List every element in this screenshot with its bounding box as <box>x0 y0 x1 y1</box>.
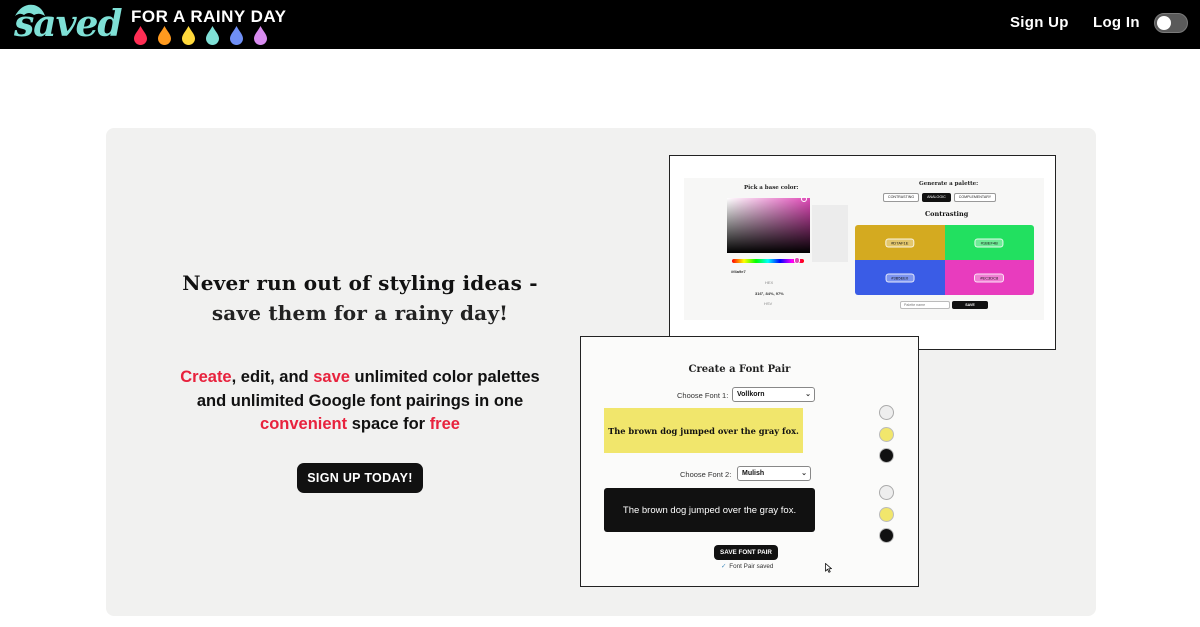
headline-line-1: Never run out of styling ideas - <box>182 271 538 295</box>
base-color-preview <box>812 205 848 262</box>
palette-swatch[interactable]: #1BEF4B <box>944 225 1034 260</box>
top-nav: saved FOR A RAINY DAY Sign Up Log In <box>0 0 1200 49</box>
color-option-circle[interactable] <box>879 485 894 500</box>
palette-mode-tabs: CONTRASTING ANALOGIC COMPLEMENTARY <box>883 193 997 202</box>
swatch-hex-label: #1BEF4B <box>974 238 1004 247</box>
palette-swatch[interactable]: #3B5EE0 <box>855 260 945 295</box>
highlight-convenient: convenient <box>260 415 348 433</box>
hsv-value: 316°, 84%, 97% <box>755 291 784 296</box>
nav-log-in-link[interactable]: Log In <box>1093 14 1140 31</box>
font-pair-saved-message: ✓ Font Pair saved <box>721 563 773 570</box>
mouse-cursor-icon <box>825 563 832 573</box>
palette-swatch[interactable]: #EC3DC8 <box>944 260 1034 295</box>
saved-message-text: Font Pair saved <box>729 563 774 570</box>
chevron-down-icon: ⌄ <box>801 470 807 477</box>
font-pair-screenshot: Create a Font Pair Choose Font 1: Vollko… <box>580 336 919 587</box>
font2-preview: The brown dog jumped over the gray fox. <box>604 488 815 532</box>
highlight-create: Create <box>180 368 232 386</box>
font-pair-title: Create a Font Pair <box>688 364 791 375</box>
sign-up-today-button[interactable]: SIGN UP TODAY! <box>297 463 423 493</box>
subtext-part-3: space for <box>347 415 430 433</box>
font2-select[interactable]: Mulish ⌄ <box>737 466 811 481</box>
generate-palette-label: Generate a palette: <box>919 181 979 187</box>
subtext-part-1: , edit, and <box>231 368 314 386</box>
palette-result-title: Contrasting <box>925 210 969 218</box>
highlight-save: save <box>313 368 350 386</box>
hero-headline: Never run out of styling ideas - save th… <box>160 268 560 328</box>
font1-label: Choose Font 1: <box>677 391 729 400</box>
palette-swatch[interactable]: #D7AF1E <box>855 225 945 260</box>
swatch-hex-label: #EC3DC8 <box>974 273 1005 282</box>
palette-save-button[interactable]: SAVE <box>952 301 988 309</box>
site-logo[interactable]: saved FOR A RAINY DAY <box>12 2 286 48</box>
check-icon: ✓ <box>721 563 727 570</box>
color-option-circle[interactable] <box>879 528 894 543</box>
swatch-hex-label: #3B5EE0 <box>885 273 915 282</box>
theme-toggle[interactable] <box>1154 13 1188 33</box>
tab-complementary[interactable]: COMPLEMENTARY <box>953 193 997 202</box>
raindrop-icon <box>158 26 171 45</box>
hsv-label: HSV <box>764 301 773 306</box>
logo-wordmark: saved <box>14 3 123 45</box>
color-option-circle[interactable] <box>879 448 894 463</box>
color-option-circle[interactable] <box>879 506 894 522</box>
raindrop-row <box>133 26 268 46</box>
font1-preview: The brown dog jumped over the gray fox. <box>604 408 803 453</box>
palette-name-input[interactable] <box>900 301 950 309</box>
font1-select-value: Vollkorn <box>737 391 765 398</box>
hue-slider-handle[interactable] <box>794 257 800 264</box>
tab-analogic[interactable]: ANALOGIC <box>922 193 951 202</box>
color-option-circle[interactable] <box>879 405 894 420</box>
chevron-down-icon: ⌄ <box>805 391 811 398</box>
logo-tagline: FOR A RAINY DAY <box>131 7 287 26</box>
raindrop-icon <box>182 26 195 45</box>
raindrop-icon <box>134 26 147 45</box>
raindrop-icon <box>206 26 219 45</box>
nav-sign-up-link[interactable]: Sign Up <box>1010 14 1069 31</box>
hex-label: HEX <box>765 280 774 285</box>
color-picker-area[interactable] <box>727 198 810 253</box>
color-picker-handle[interactable] <box>801 196 807 202</box>
save-font-pair-button[interactable]: SAVE FONT PAIR <box>714 545 778 560</box>
hex-value: #f4a9e7 <box>731 269 746 274</box>
highlight-free: free <box>429 415 460 433</box>
swatch-hex-label: #D7AF1E <box>885 238 915 247</box>
tab-contrasting[interactable]: CONTRASTING <box>883 193 920 202</box>
font2-label: Choose Font 2: <box>680 470 732 479</box>
font1-select[interactable]: Vollkorn ⌄ <box>732 387 815 402</box>
palette-generator-screenshot: Pick a base color: Generate a palette: #… <box>669 155 1056 350</box>
color-option-circle[interactable] <box>879 426 894 442</box>
headline-line-2: save them for a rainy day! <box>211 301 509 325</box>
toggle-knob <box>1157 16 1171 30</box>
raindrop-icon <box>230 26 243 45</box>
hero-subtext: Create, edit, and save unlimited color p… <box>170 366 550 437</box>
pick-color-label: Pick a base color: <box>744 185 799 191</box>
raindrop-icon <box>254 26 267 45</box>
palette-swatch-grid: #D7AF1E #1BEF4B #3B5EE0 #EC3DC8 <box>855 225 1034 295</box>
font2-select-value: Mulish <box>742 470 765 477</box>
